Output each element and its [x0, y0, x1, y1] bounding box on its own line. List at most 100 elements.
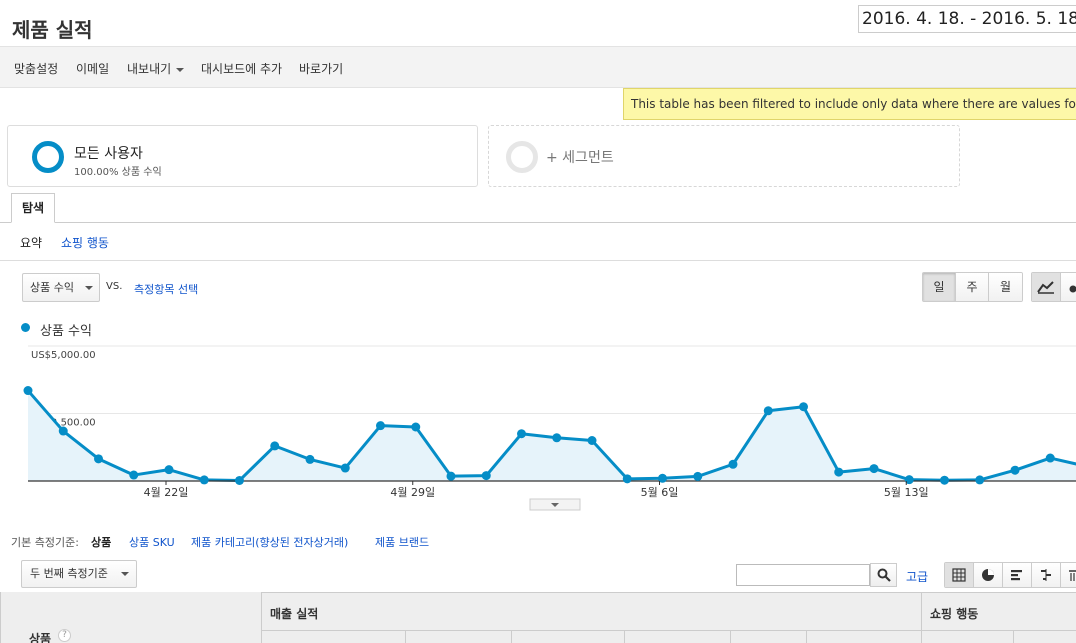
add-segment-label: + 세그먼트	[546, 150, 614, 166]
y-tick-label: US$5,000.00	[31, 350, 96, 361]
subcolumn-header[interactable]	[731, 630, 807, 643]
period-day-button[interactable]: 일	[923, 273, 956, 301]
x-tick-label: 4월 22일	[144, 485, 189, 499]
comparison-icon	[1041, 569, 1051, 581]
dimension-product[interactable]: 상품	[91, 534, 111, 550]
column-group-sales: 매출 실적	[262, 592, 922, 630]
help-icon[interactable]: ?	[58, 629, 71, 642]
data-point	[129, 470, 139, 480]
segment-placeholder-ring-icon	[506, 141, 538, 173]
subcolumn-header[interactable]	[406, 630, 512, 643]
data-point	[340, 463, 350, 473]
data-point	[376, 421, 385, 431]
shortcut-button[interactable]: 바로가기	[299, 60, 343, 77]
view-table-button[interactable]	[945, 563, 974, 587]
period-toggle: 일 주 월	[922, 272, 1023, 302]
x-tick-label: 5월 6일	[641, 485, 679, 499]
x-tick-label: 5월 13일	[884, 485, 929, 499]
vs-label: VS.	[106, 281, 123, 292]
metric-select-value: 상품 수익	[30, 281, 74, 294]
export-label: 내보내기	[127, 62, 172, 76]
table-search-input[interactable]	[736, 564, 870, 586]
chart-type-toggle	[1031, 272, 1076, 302]
subcolumn-header[interactable]	[625, 630, 731, 643]
data-point	[763, 406, 773, 416]
data-point	[834, 467, 844, 477]
filter-notice: This table has been filtered to include …	[623, 88, 1076, 120]
view-comparison-button[interactable]	[1032, 563, 1061, 587]
column-header-product[interactable]: 상품 ?	[0, 592, 262, 643]
data-point	[622, 474, 632, 484]
motion-chart-button[interactable]	[1061, 273, 1076, 301]
pivot-icon	[1069, 570, 1076, 581]
period-month-button[interactable]: 월	[989, 273, 1022, 301]
data-point	[235, 475, 244, 485]
email-button[interactable]: 이메일	[76, 60, 109, 77]
primary-dimension-label: 기본 측정기준:	[11, 536, 79, 549]
view-pie-button[interactable]	[974, 563, 1003, 587]
page-title: 제품 실적	[12, 18, 93, 42]
data-point	[58, 426, 68, 436]
subtab-summary[interactable]: 요약	[20, 234, 42, 251]
period-week-button[interactable]: 주	[956, 273, 989, 301]
data-point	[693, 471, 703, 481]
data-point	[728, 459, 738, 469]
data-point	[1045, 453, 1055, 463]
data-point	[869, 464, 879, 474]
chevron-down-icon	[176, 67, 185, 72]
segment-ring-icon	[32, 141, 64, 173]
data-point	[270, 441, 280, 451]
data-point	[411, 422, 421, 432]
data-point	[94, 454, 103, 464]
segment-all-users[interactable]: 모든 사용자 100.00% 상품 수익	[7, 125, 478, 187]
data-point	[940, 475, 949, 485]
bar-list-icon	[1011, 570, 1022, 581]
export-button[interactable]: 내보내기	[127, 60, 185, 77]
view-pivot-button[interactable]	[1061, 563, 1076, 587]
tab-explore[interactable]: 탐색	[11, 193, 55, 223]
subcolumn-header[interactable]	[922, 630, 1014, 643]
subcolumn-header[interactable]	[512, 630, 625, 643]
tabs-divider	[0, 222, 1076, 223]
table-view-toggle	[944, 562, 1076, 588]
data-point	[199, 475, 209, 485]
subtabs-divider	[0, 260, 1076, 261]
secondary-dimension-select[interactable]: 두 번째 측정기준	[21, 560, 137, 588]
data-point	[975, 475, 985, 485]
subtab-shopping-behavior[interactable]: 쇼핑 행동	[61, 234, 109, 251]
data-point	[552, 433, 562, 443]
dimension-product-category[interactable]: 제품 카테고리(향상된 전자상거래)	[191, 534, 348, 550]
dimension-product-sku[interactable]: 상품 SKU	[129, 534, 175, 550]
data-point	[164, 465, 174, 475]
customize-button[interactable]: 맞춤설정	[14, 60, 58, 77]
compare-metric-link[interactable]: 측정항목 선택	[134, 281, 198, 297]
metric-select[interactable]: 상품 수익	[22, 273, 100, 302]
subcolumn-header[interactable]	[262, 630, 406, 643]
add-segment-button[interactable]: + 세그먼트	[488, 125, 960, 187]
line-chart-icon	[1037, 281, 1054, 294]
data-point	[1010, 465, 1020, 475]
date-range-picker[interactable]: 2016. 4. 18. - 2016. 5. 18.	[858, 5, 1076, 33]
data-point	[481, 471, 491, 481]
data-point	[587, 436, 597, 445]
grid-icon	[952, 568, 966, 582]
dimension-product-brand[interactable]: 제품 브랜드	[375, 534, 429, 550]
segment-percentage: 100.00% 상품 수익	[74, 167, 162, 178]
line-chart-button[interactable]	[1032, 273, 1062, 301]
legend-dot-icon	[21, 323, 30, 332]
data-point	[446, 471, 456, 481]
data-point	[517, 429, 526, 439]
chevron-down-icon	[121, 572, 129, 576]
column-header-product-label: 상품	[29, 632, 52, 643]
data-point	[23, 386, 33, 396]
search-icon	[877, 568, 891, 582]
advanced-filter-link[interactable]: 고급	[906, 568, 928, 585]
view-performance-button[interactable]	[1003, 563, 1032, 587]
subcolumn-header[interactable]	[807, 630, 922, 643]
search-button[interactable]	[870, 563, 897, 587]
add-to-dashboard-button[interactable]: 대시보드에 추가	[201, 60, 282, 77]
report-toolbar: 맞춤설정 이메일 내보내기 대시보드에 추가 바로가기	[0, 46, 1076, 88]
data-point	[799, 402, 808, 412]
legend-series-label: 상품 수익	[40, 324, 92, 339]
x-tick-label: 4월 29일	[390, 485, 435, 499]
